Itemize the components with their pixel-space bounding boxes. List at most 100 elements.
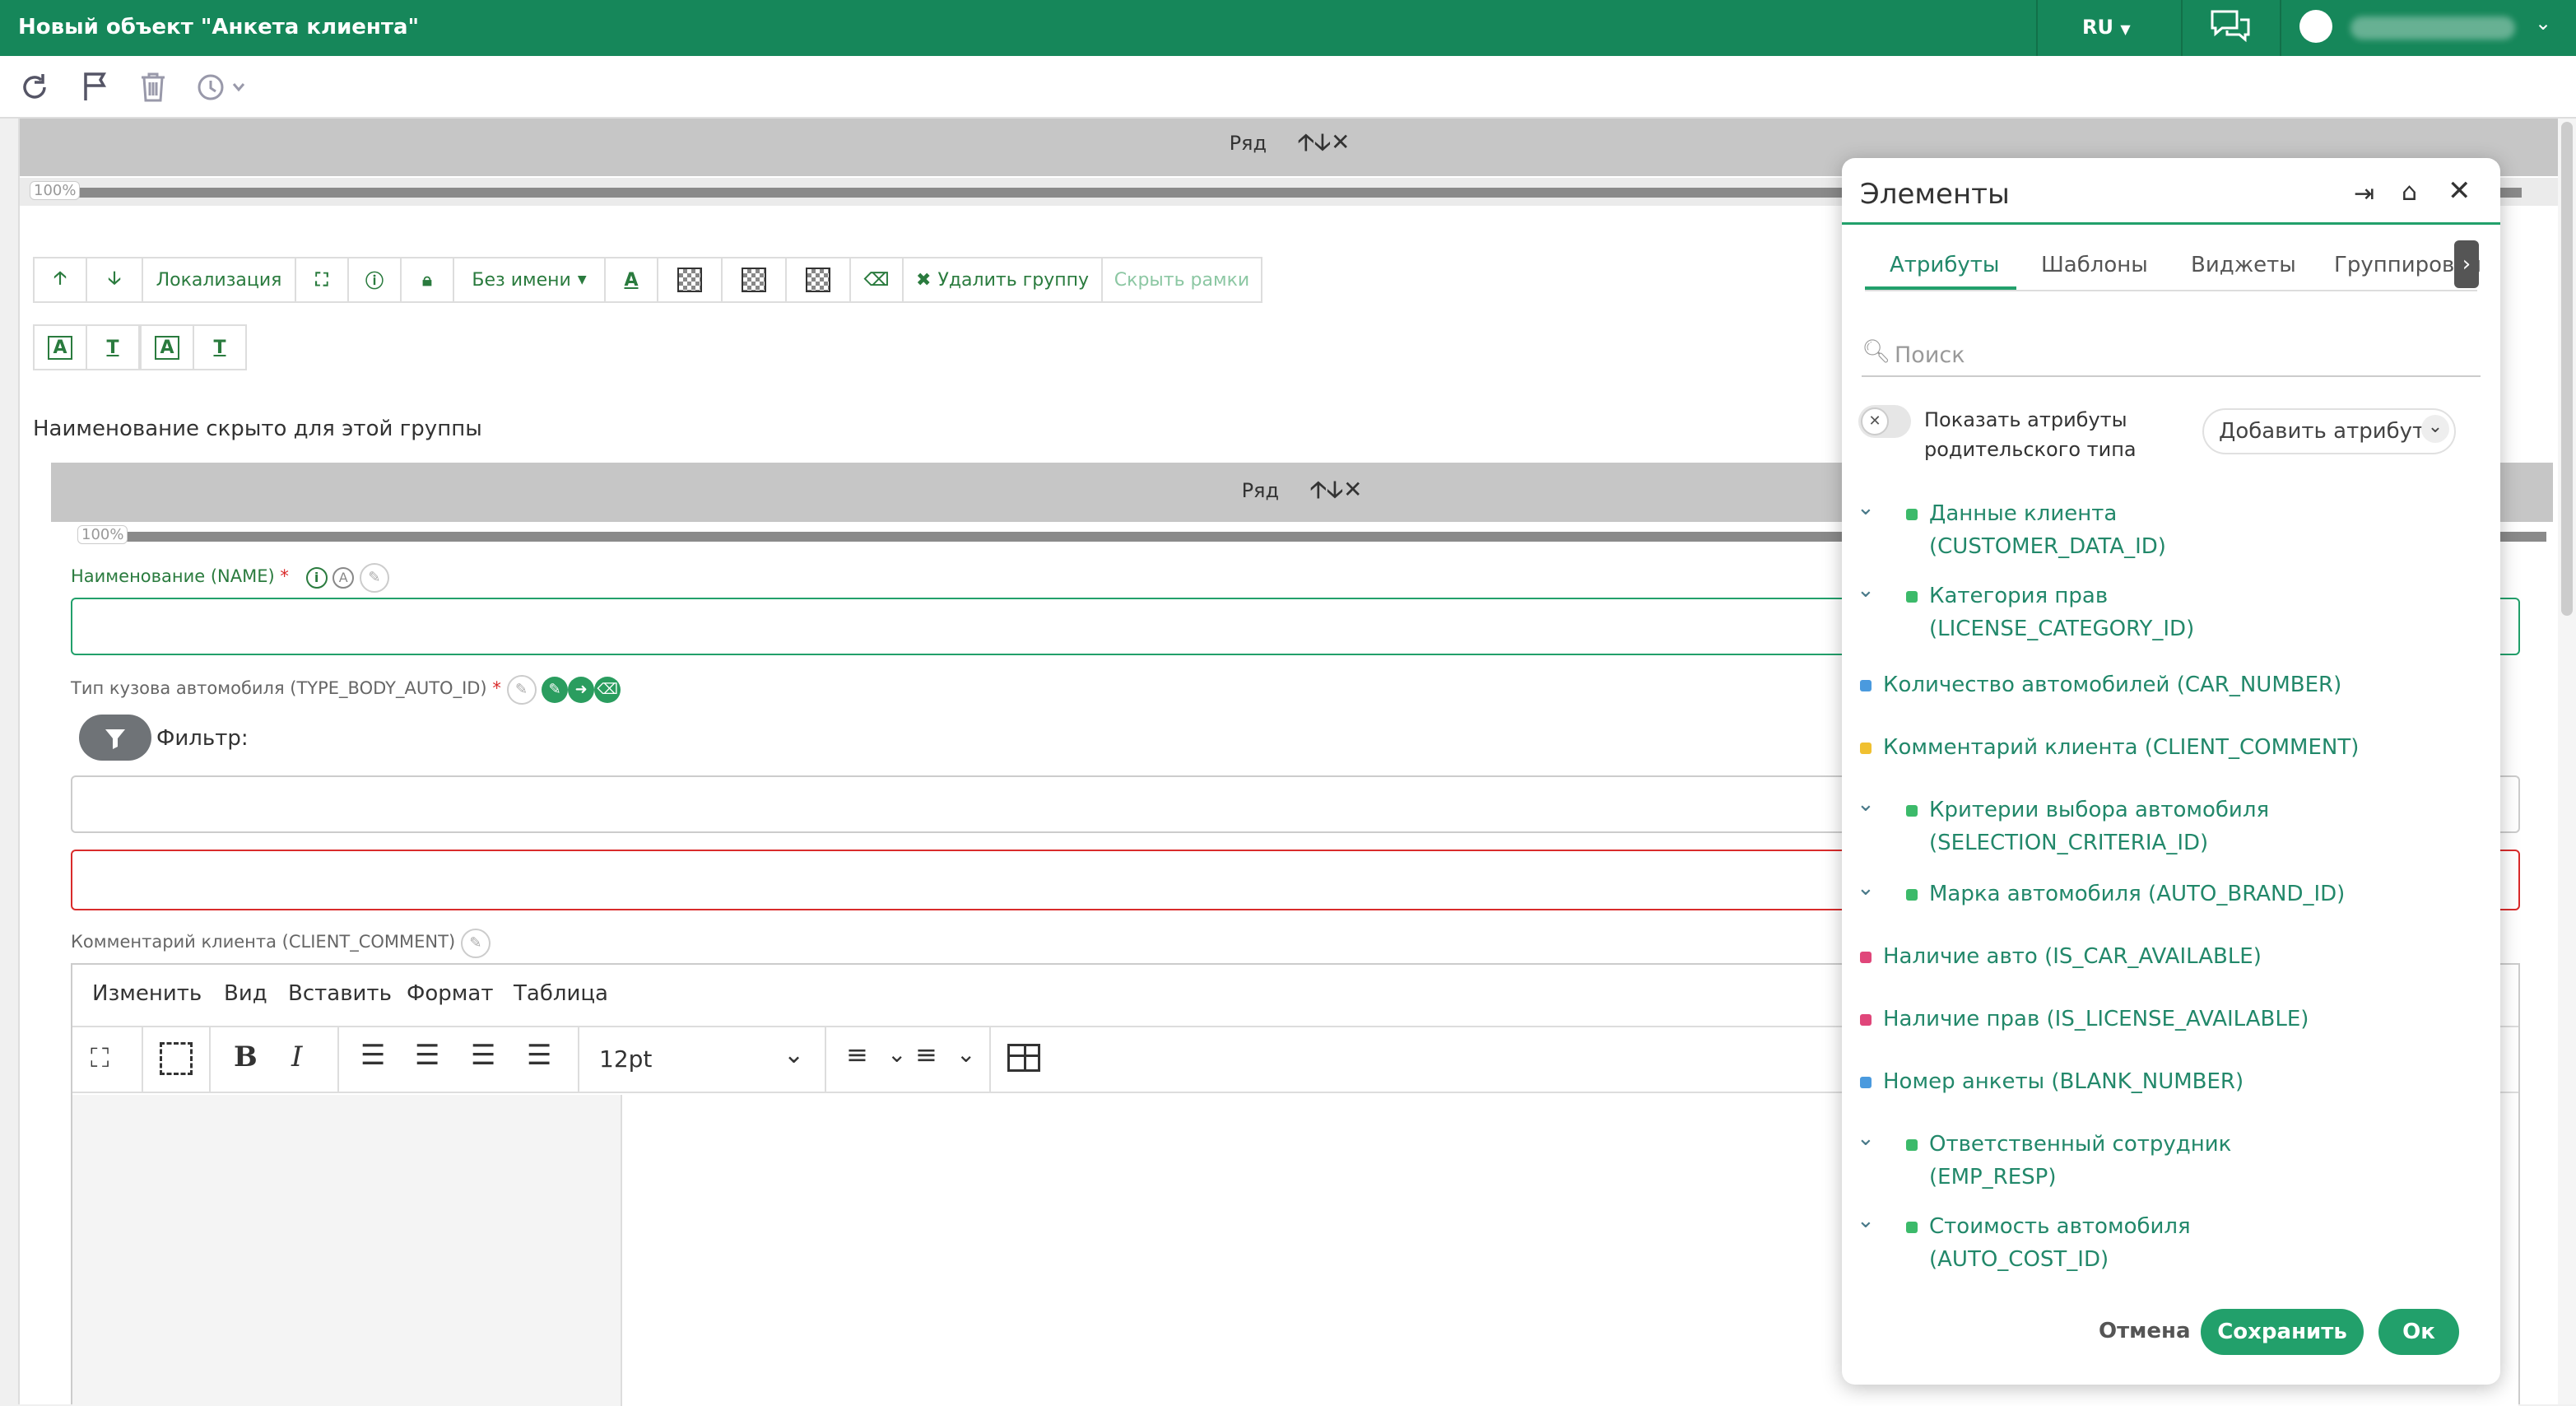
row-label: Ряд	[1241, 479, 1280, 502]
menu-view[interactable]: Вид	[224, 981, 267, 1006]
add-attribute-button[interactable]: Добавить атрибут ⌄	[2202, 408, 2456, 454]
attribute-name: Комментарий клиента (CLIENT_COMMENT)	[1883, 735, 2360, 760]
tabs-scroll-right-icon[interactable]: ›	[2454, 240, 2479, 288]
edit-icon[interactable]: ✎	[460, 929, 491, 958]
body-type-label: Тип кузова автомобиля (TYPE_BODY_AUTO_ID…	[71, 675, 621, 705]
select-all-icon[interactable]	[160, 1042, 193, 1075]
toggle-label-line-2: родительского типа	[1924, 438, 2137, 461]
search-icon: 🔍︎	[1862, 338, 1891, 365]
tab-templates[interactable]: Шаблоны	[2041, 249, 2148, 282]
hide-frames-button[interactable]: Скрыть рамки	[1101, 257, 1262, 303]
text-format-button-1[interactable]: A	[33, 324, 87, 370]
comment-label-text: Комментарий клиента (CLIENT_COMMENT)	[71, 932, 456, 952]
text-format-button-4[interactable]: T	[193, 324, 247, 370]
edit-icon[interactable]: ✎	[359, 563, 389, 593]
toggle-label: Показать атрибуты родительского типа	[1924, 405, 2137, 464]
ok-button[interactable]: Ок	[2378, 1309, 2459, 1355]
collapse-icon[interactable]: ⌂	[2402, 178, 2417, 207]
eraser-button[interactable]: ⌫	[849, 257, 904, 303]
expand-chevron-icon[interactable]: ⌄	[1857, 876, 1875, 901]
text-format-button-2[interactable]: T	[86, 324, 140, 370]
row-move-icons[interactable]: 🡡🡣✕	[1310, 476, 1363, 503]
align-right-icon[interactable]: ☰	[471, 1039, 495, 1072]
eraser-icon[interactable]: ⌫	[594, 677, 621, 703]
attribute-type-dot	[1860, 952, 1872, 963]
search-box[interactable]: 🔍︎ Поиск	[1862, 338, 2481, 377]
checker-icon	[742, 268, 766, 292]
transparent-bg-button-1[interactable]	[657, 257, 723, 303]
lock-button[interactable]: 🔒︎	[400, 257, 454, 303]
bold-icon[interactable]: B	[234, 1041, 258, 1073]
chevron-down-icon: ⌄	[2421, 415, 2449, 443]
parent-attributes-toggle[interactable]: ✕	[1858, 405, 1911, 438]
localization-button[interactable]: Локализация	[142, 257, 296, 303]
expand-chevron-icon[interactable]: ⌄	[1857, 496, 1875, 520]
text-style-button[interactable]: A	[604, 257, 658, 303]
edit-icon[interactable]: ✎	[506, 675, 537, 705]
language-selector[interactable]: RU ▼	[2082, 0, 2131, 57]
delete-group-button[interactable]: ✖ Удалить группу	[902, 257, 1103, 303]
transparent-bg-button-3[interactable]	[785, 257, 851, 303]
chevron-down-icon[interactable]: ⌄	[783, 1041, 804, 1069]
info-icon: ⓘ	[365, 272, 384, 292]
scrollbar[interactable]	[2558, 119, 2576, 1404]
comment-field-label: Комментарий клиента (CLIENT_COMMENT) ✎	[71, 929, 491, 958]
italic-icon[interactable]: I	[291, 1041, 302, 1073]
binoculars-button[interactable]: ⛶	[295, 257, 349, 303]
chevron-down-icon[interactable]: ⌄	[887, 1041, 906, 1068]
flag-icon[interactable]	[79, 71, 115, 104]
expand-chevron-icon[interactable]: ⌄	[1857, 578, 1875, 603]
expand-chevron-icon[interactable]: ⌄	[1857, 792, 1875, 817]
expand-chevron-icon[interactable]: ⌄	[1857, 1126, 1875, 1151]
tab-attributes[interactable]: Атрибуты	[1890, 249, 1999, 282]
move-up-button[interactable]: 🡡	[33, 257, 87, 303]
info-button[interactable]: ⓘ	[347, 257, 402, 303]
refresh-icon[interactable]	[18, 71, 54, 104]
chevron-down-icon[interactable]: ⌄	[956, 1041, 975, 1068]
name-mode-dropdown[interactable]: Без имени ▼	[453, 257, 606, 303]
menu-table[interactable]: Таблица	[514, 981, 608, 1006]
scrollbar-thumb[interactable]	[2561, 122, 2573, 616]
trash-icon[interactable]	[137, 71, 173, 104]
cancel-button[interactable]: Отмена	[2099, 1319, 2191, 1343]
filter-button[interactable]	[79, 715, 151, 761]
pencil-icon[interactable]: ✎	[542, 677, 569, 703]
font-size-select[interactable]: 12pt	[599, 1045, 652, 1073]
table-icon[interactable]	[1007, 1044, 1040, 1072]
arrow-right-icon[interactable]: ➜	[568, 677, 595, 703]
align-left-icon[interactable]: ☰	[360, 1039, 385, 1072]
text-format-button-3[interactable]: A	[140, 324, 194, 370]
align-justify-icon[interactable]: ☰	[527, 1039, 551, 1072]
dock-icon[interactable]: ⇥	[2354, 179, 2374, 208]
menu-edit[interactable]: Изменить	[92, 981, 202, 1006]
funnel-icon	[105, 729, 125, 749]
expand-chevron-icon[interactable]: ⌄	[1857, 1208, 1875, 1233]
attribute-text: Данные клиента (CUSTOMER_DATA_ID)	[1929, 497, 2166, 563]
menu-insert[interactable]: Вставить	[288, 981, 392, 1006]
tab-widgets[interactable]: Виджеты	[2191, 249, 2296, 282]
attribute-name: Ответственный сотрудник	[1929, 1132, 2232, 1157]
attribute-name: Наличие прав (IS_LICENSE_AVAILABLE)	[1883, 1007, 2309, 1031]
fullscreen-icon[interactable]: ⛶	[91, 1042, 109, 1074]
attribute-type-dot	[1906, 889, 1918, 901]
bullet-list-icon[interactable]: ≡	[915, 1039, 937, 1070]
attribute-text: Стоимость автомобиля (AUTO_COST_ID)	[1929, 1210, 2191, 1276]
attribute-type-dot	[1906, 1139, 1918, 1151]
row-move-icons[interactable]: 🡡🡣✕	[1298, 128, 1351, 156]
save-button[interactable]: Сохранить	[2201, 1309, 2364, 1355]
close-icon[interactable]: ✕	[2448, 175, 2471, 207]
window-title: Новый объект "Анкета клиента"	[18, 15, 420, 40]
menu-format[interactable]: Формат	[407, 981, 494, 1006]
avatar[interactable]	[2299, 10, 2332, 43]
move-down-button[interactable]: 🡣	[86, 257, 143, 303]
info-icon[interactable]: i	[305, 567, 328, 589]
chevron-down-icon[interactable]: ⌄	[2535, 12, 2551, 35]
transparent-bg-button-2[interactable]	[721, 257, 787, 303]
history-icon[interactable]	[194, 71, 260, 104]
numbered-list-icon[interactable]: ≡	[846, 1039, 868, 1070]
chat-icon[interactable]	[2209, 8, 2252, 46]
panel-tabs: Атрибуты Шаблоны Виджеты Группировки	[1867, 245, 2485, 286]
localization-a-icon[interactable]: A	[332, 567, 355, 589]
align-center-icon[interactable]: ☰	[415, 1039, 439, 1072]
required-mark: *	[492, 678, 501, 698]
